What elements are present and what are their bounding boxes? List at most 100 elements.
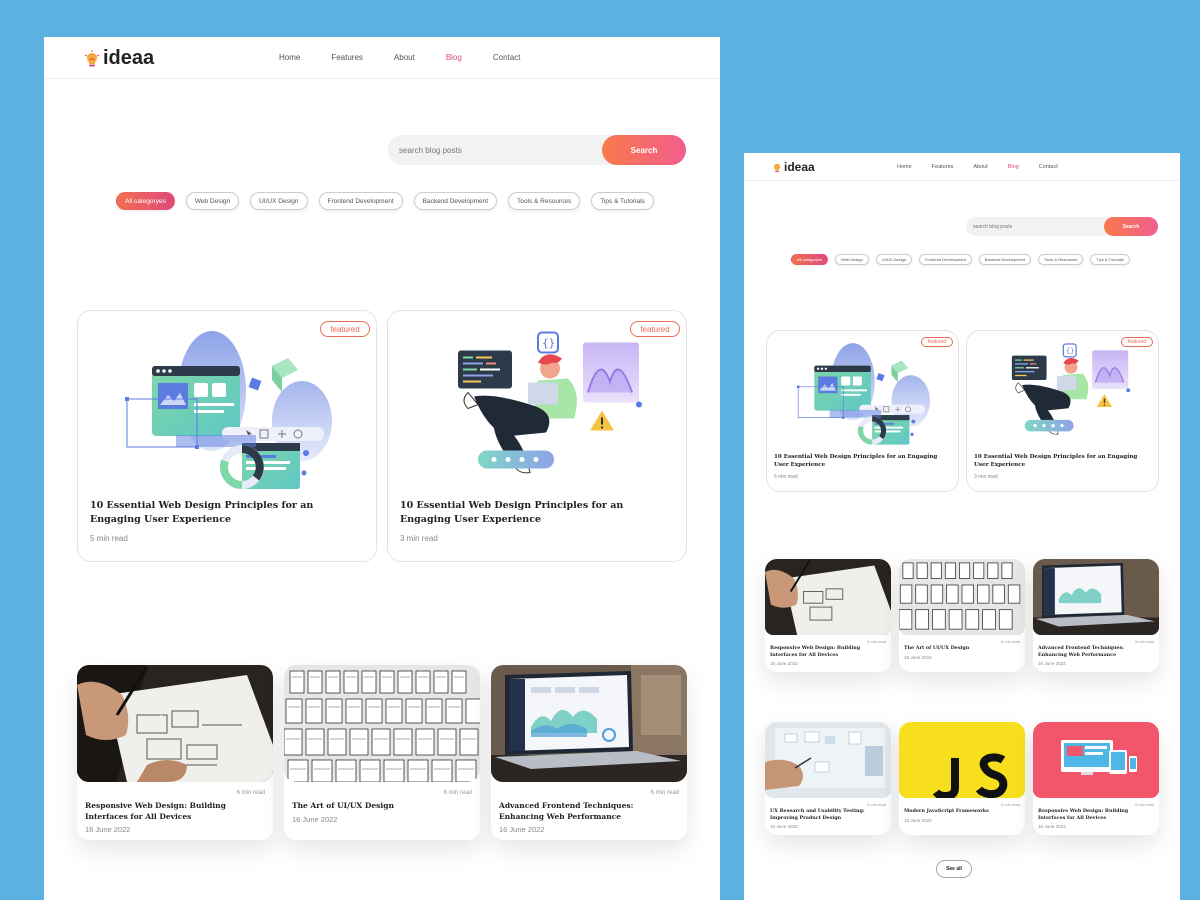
search-bar: Search <box>966 217 1158 236</box>
nav-item-blog[interactable]: Blog <box>446 53 462 62</box>
post-date: 16 June 2022 <box>1038 824 1066 829</box>
read-time: 6 min read <box>443 790 472 796</box>
featured-post-title[interactable]: 10 Essential Web Design Principles for a… <box>400 499 662 527</box>
post-thumbnail[interactable] <box>765 722 891 798</box>
post-thumbnail[interactable] <box>77 665 273 782</box>
post-title[interactable]: Advanced Frontend Techniques: Enhancing … <box>1038 645 1146 658</box>
post-thumbnail[interactable] <box>491 665 687 782</box>
category-chip-tools-resources[interactable]: Tools & Resources <box>1038 254 1084 265</box>
post-date: 16 June 2022 <box>904 818 932 823</box>
blog-post-card[interactable]: 6 min read Responsive Web Design: Buildi… <box>1033 722 1159 835</box>
read-time: 5 min read <box>774 474 798 480</box>
category-chip-tips-tutorials[interactable]: Tips & Tutorials <box>591 192 654 210</box>
search-input[interactable] <box>973 223 1093 230</box>
nav-item-home[interactable]: Home <box>279 53 300 62</box>
sketch-photo <box>77 665 273 782</box>
post-date: 16 June 2022 <box>292 815 338 824</box>
blog-post-card[interactable]: 6 min read Advanced Frontend Techniques:… <box>1033 559 1159 672</box>
top-navbar: ideaa Home Features About Blog Contact <box>44 37 720 79</box>
nav-item-blog[interactable]: Blog <box>1008 164 1019 170</box>
post-title[interactable]: Responsive Web Design: Building Interfac… <box>770 645 878 658</box>
read-time: 3 min read <box>974 474 998 480</box>
search-bar: Search <box>388 135 686 165</box>
nav-menu: Home Features About Blog Contact <box>279 53 551 62</box>
post-thumbnail[interactable] <box>1033 722 1159 798</box>
blog-page-desktop: ideaa Home Features About Blog Contact S… <box>44 37 720 900</box>
category-chip-tips-tutorials[interactable]: Tips & Tutorials <box>1090 254 1130 265</box>
usability-testing-photo <box>765 722 891 798</box>
post-title[interactable]: The Art of UI/UX Design <box>904 645 1012 652</box>
nav-menu: Home Features About Blog Contact <box>897 164 1078 170</box>
featured-post-title[interactable]: 10 Essential Web Design Principles for a… <box>774 453 944 469</box>
blog-post-card[interactable]: 6 min read Advanced Frontend Techniques:… <box>491 665 687 840</box>
read-time: 6 min read <box>1135 639 1154 644</box>
read-time: 3 min read <box>400 534 438 543</box>
category-chip-frontend-development[interactable]: Frontend Development <box>919 254 972 265</box>
nav-item-home[interactable]: Home <box>897 164 912 170</box>
post-title[interactable]: Advanced Frontend Techniques: Enhancing … <box>499 801 669 822</box>
read-time: 6 min read <box>1135 802 1154 807</box>
category-chip-ui-ux-design[interactable]: UI/UX Design <box>250 192 308 210</box>
wireframes-photo <box>284 665 480 782</box>
category-chip-frontend-development[interactable]: Frontend Development <box>318 192 403 210</box>
category-chip-backend-development[interactable]: Backend Development <box>978 254 1032 265</box>
category-chip-all[interactable]: All categoryes <box>116 192 175 210</box>
wireframes-photo <box>899 559 1025 635</box>
post-title[interactable]: Responsive Web Design: Building Interfac… <box>1038 808 1146 821</box>
lightbulb-icon <box>773 163 781 172</box>
search-button[interactable]: Search <box>602 135 686 165</box>
category-chip-all[interactable]: All categoryes <box>791 254 829 265</box>
blog-post-card[interactable]: 6 min read Responsive Web Design: Buildi… <box>765 559 891 672</box>
post-date: 16 June 2022 <box>770 661 798 666</box>
blog-post-card[interactable]: 6 min read The Art of UI/UX Design 16 Ju… <box>284 665 480 840</box>
read-time: 6 min read <box>867 802 886 807</box>
blog-post-card[interactable]: 6 min read The Art of UI/UX Design 16 Ju… <box>899 559 1025 672</box>
featured-post-title[interactable]: 10 Essential Web Design Principles for a… <box>974 453 1144 469</box>
blog-post-card[interactable]: 6 min read Modern JavaScript Frameworks … <box>899 722 1025 835</box>
laptop-photo <box>1033 559 1159 635</box>
post-title[interactable]: The Art of UI/UX Design <box>292 801 462 812</box>
category-chip-web-design[interactable]: Web Design <box>185 192 240 210</box>
web-design-illustration <box>122 331 332 491</box>
top-navbar: ideaa Home Features About Blog Contact <box>744 153 1180 181</box>
javascript-logo-image <box>899 722 1025 798</box>
search-button[interactable]: Search <box>1104 217 1158 236</box>
category-chip-backend-development[interactable]: Backend Development <box>413 192 498 210</box>
category-filters: All categoryes Web Design UI/UX Design F… <box>791 254 1137 265</box>
nav-item-contact[interactable]: Contact <box>493 53 521 62</box>
read-time: 6 min read <box>1001 802 1020 807</box>
post-date: 16 June 2022 <box>85 825 131 834</box>
post-title[interactable]: Responsive Web Design: Building Interfac… <box>85 801 255 822</box>
category-chip-web-design[interactable]: Web Design <box>835 254 869 265</box>
nav-item-contact[interactable]: Contact <box>1039 164 1058 170</box>
nav-item-about[interactable]: About <box>394 53 415 62</box>
post-thumbnail[interactable] <box>899 559 1025 635</box>
post-thumbnail[interactable] <box>284 665 480 782</box>
see-all-button[interactable]: See all <box>936 860 972 878</box>
post-title[interactable]: Modern JavaScript Frameworks <box>904 808 1012 815</box>
featured-post-card[interactable]: featured 10 Essential Web Design Princip… <box>966 330 1159 492</box>
featured-post-card[interactable]: featured 10 Essential Web Design Princip… <box>766 330 959 492</box>
category-chip-tools-resources[interactable]: Tools & Resources <box>508 192 581 210</box>
post-date: 16 June 2022 <box>499 825 545 834</box>
sketch-photo <box>765 559 891 635</box>
post-date: 16 June 2022 <box>770 824 798 829</box>
featured-post-title[interactable]: 10 Essential Web Design Principles for a… <box>90 499 352 527</box>
read-time: 5 min read <box>90 534 128 543</box>
post-thumbnail[interactable] <box>1033 559 1159 635</box>
post-thumbnail[interactable] <box>765 559 891 635</box>
brand-logo[interactable]: ideaa <box>772 160 815 174</box>
post-title[interactable]: UX Research and Usability Testing: Impro… <box>770 808 878 821</box>
blog-post-card[interactable]: 6 min read UX Research and Usability Tes… <box>765 722 891 835</box>
post-thumbnail[interactable] <box>899 722 1025 798</box>
nav-item-features[interactable]: Features <box>932 164 954 170</box>
nav-item-features[interactable]: Features <box>331 53 363 62</box>
responsive-devices-image <box>1033 722 1159 798</box>
blog-post-card[interactable]: 6 min read Responsive Web Design: Buildi… <box>77 665 273 840</box>
search-input[interactable] <box>399 145 599 155</box>
featured-post-card[interactable]: featured 10 Essential Web Design Princip… <box>387 310 687 562</box>
category-chip-ui-ux-design[interactable]: UI/UX Design <box>875 254 913 265</box>
nav-item-about[interactable]: About <box>973 164 987 170</box>
featured-post-card[interactable]: featured 10 Essential Web Design Princip… <box>77 310 377 562</box>
brand-logo[interactable]: ideaa <box>84 47 154 70</box>
